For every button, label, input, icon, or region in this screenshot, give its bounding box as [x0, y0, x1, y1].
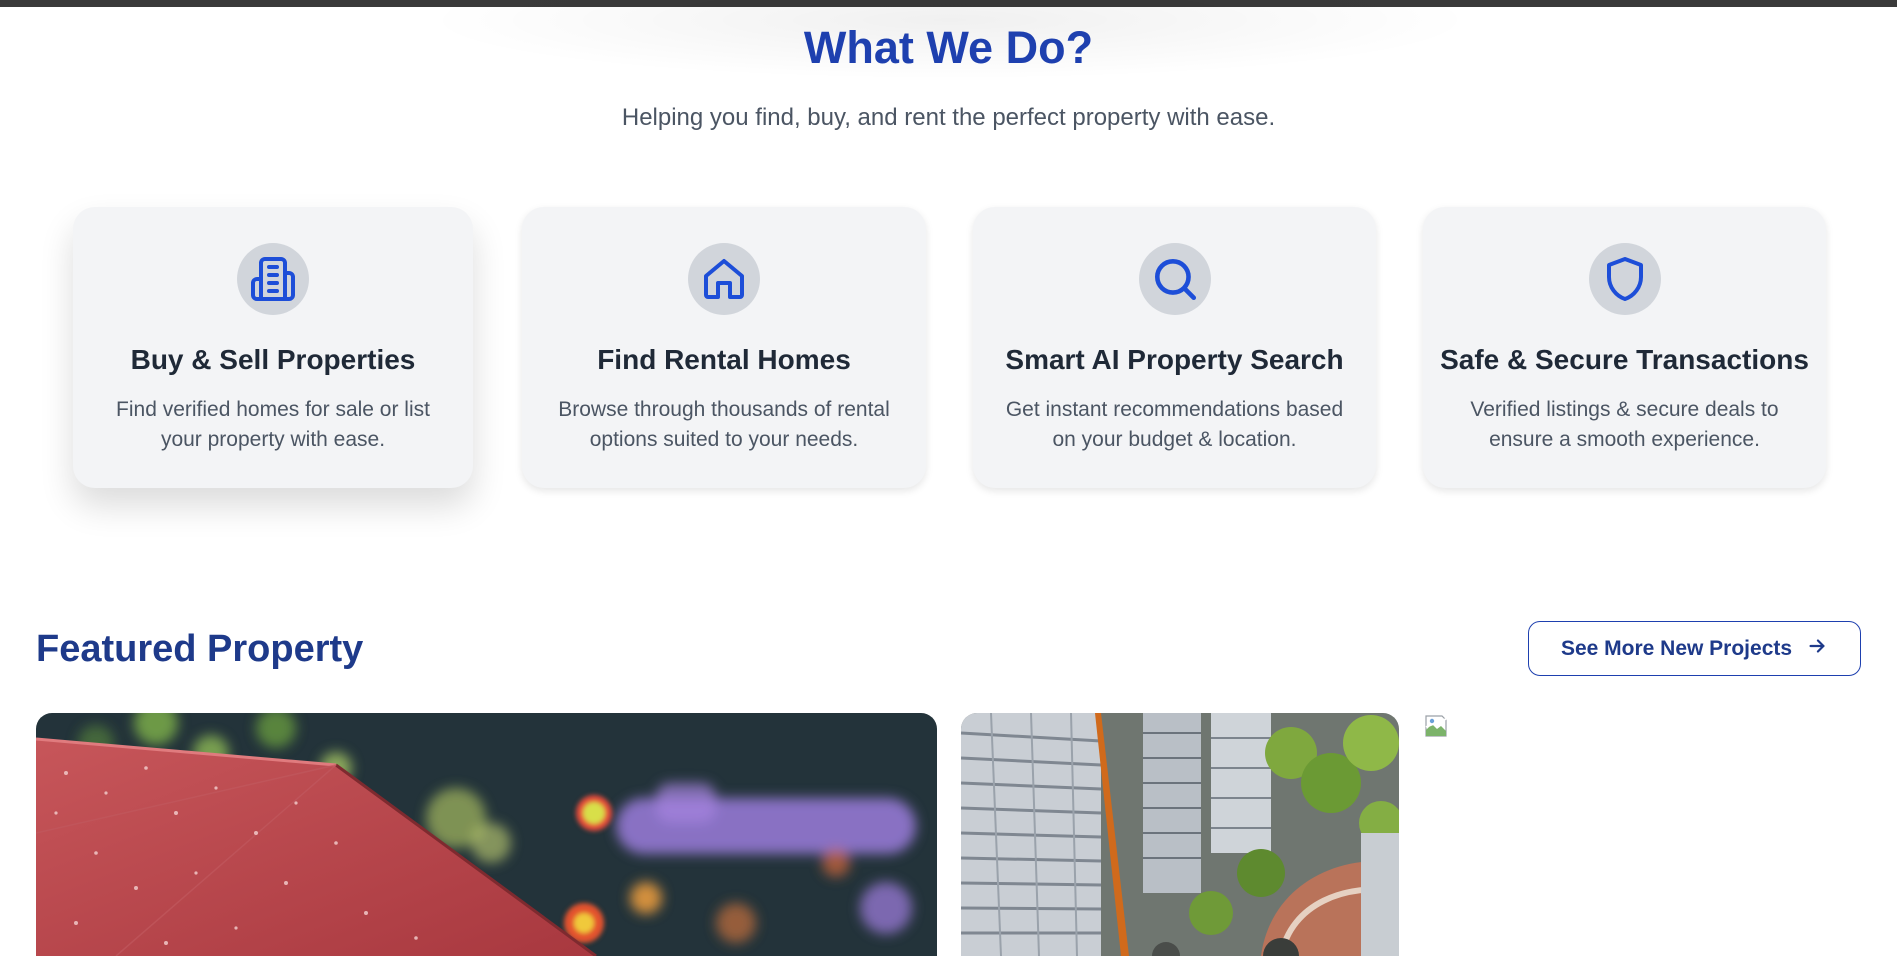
building-icon	[237, 243, 309, 315]
see-more-projects-button[interactable]: See More New Projects	[1528, 621, 1861, 676]
featured-property-image-2[interactable]	[961, 713, 1399, 956]
service-card-secure[interactable]: Safe & Secure Transactions Verified list…	[1423, 207, 1826, 488]
shield-icon	[1588, 243, 1661, 315]
service-card-description: Get instant recommendations based on you…	[1005, 398, 1344, 451]
service-card-rental[interactable]: Find Rental Homes Browse through thousan…	[522, 207, 926, 488]
service-card-buy-sell[interactable]: Buy & Sell Properties Find verified home…	[73, 207, 473, 488]
section-title: What We Do?	[803, 22, 1094, 73]
service-card-description: Verified listings & secure deals to ensu…	[1470, 398, 1779, 451]
arrow-right-icon	[1806, 635, 1828, 663]
service-card-title: Find Rental Homes	[597, 344, 851, 375]
service-card-description: Browse through thousands of rental optio…	[558, 398, 890, 451]
see-more-label: See More New Projects	[1560, 636, 1793, 660]
home-icon	[688, 243, 760, 315]
service-card-ai-search[interactable]: Smart AI Property Search Get instant rec…	[973, 207, 1376, 488]
service-card-title: Buy & Sell Properties	[130, 344, 416, 375]
featured-property-title: Featured Property	[36, 628, 364, 670]
featured-property-image-1[interactable]	[36, 713, 937, 956]
broken-image-icon	[1423, 713, 1449, 739]
service-card-description: Find verified homes for sale or list you…	[116, 398, 430, 451]
service-card-title: Safe & Secure Transactions	[1440, 344, 1809, 375]
service-card-title: Smart AI Property Search	[1005, 344, 1344, 375]
search-icon	[1138, 243, 1211, 315]
section-subtitle: Helping you find, buy, and rent the perf…	[621, 104, 1276, 131]
